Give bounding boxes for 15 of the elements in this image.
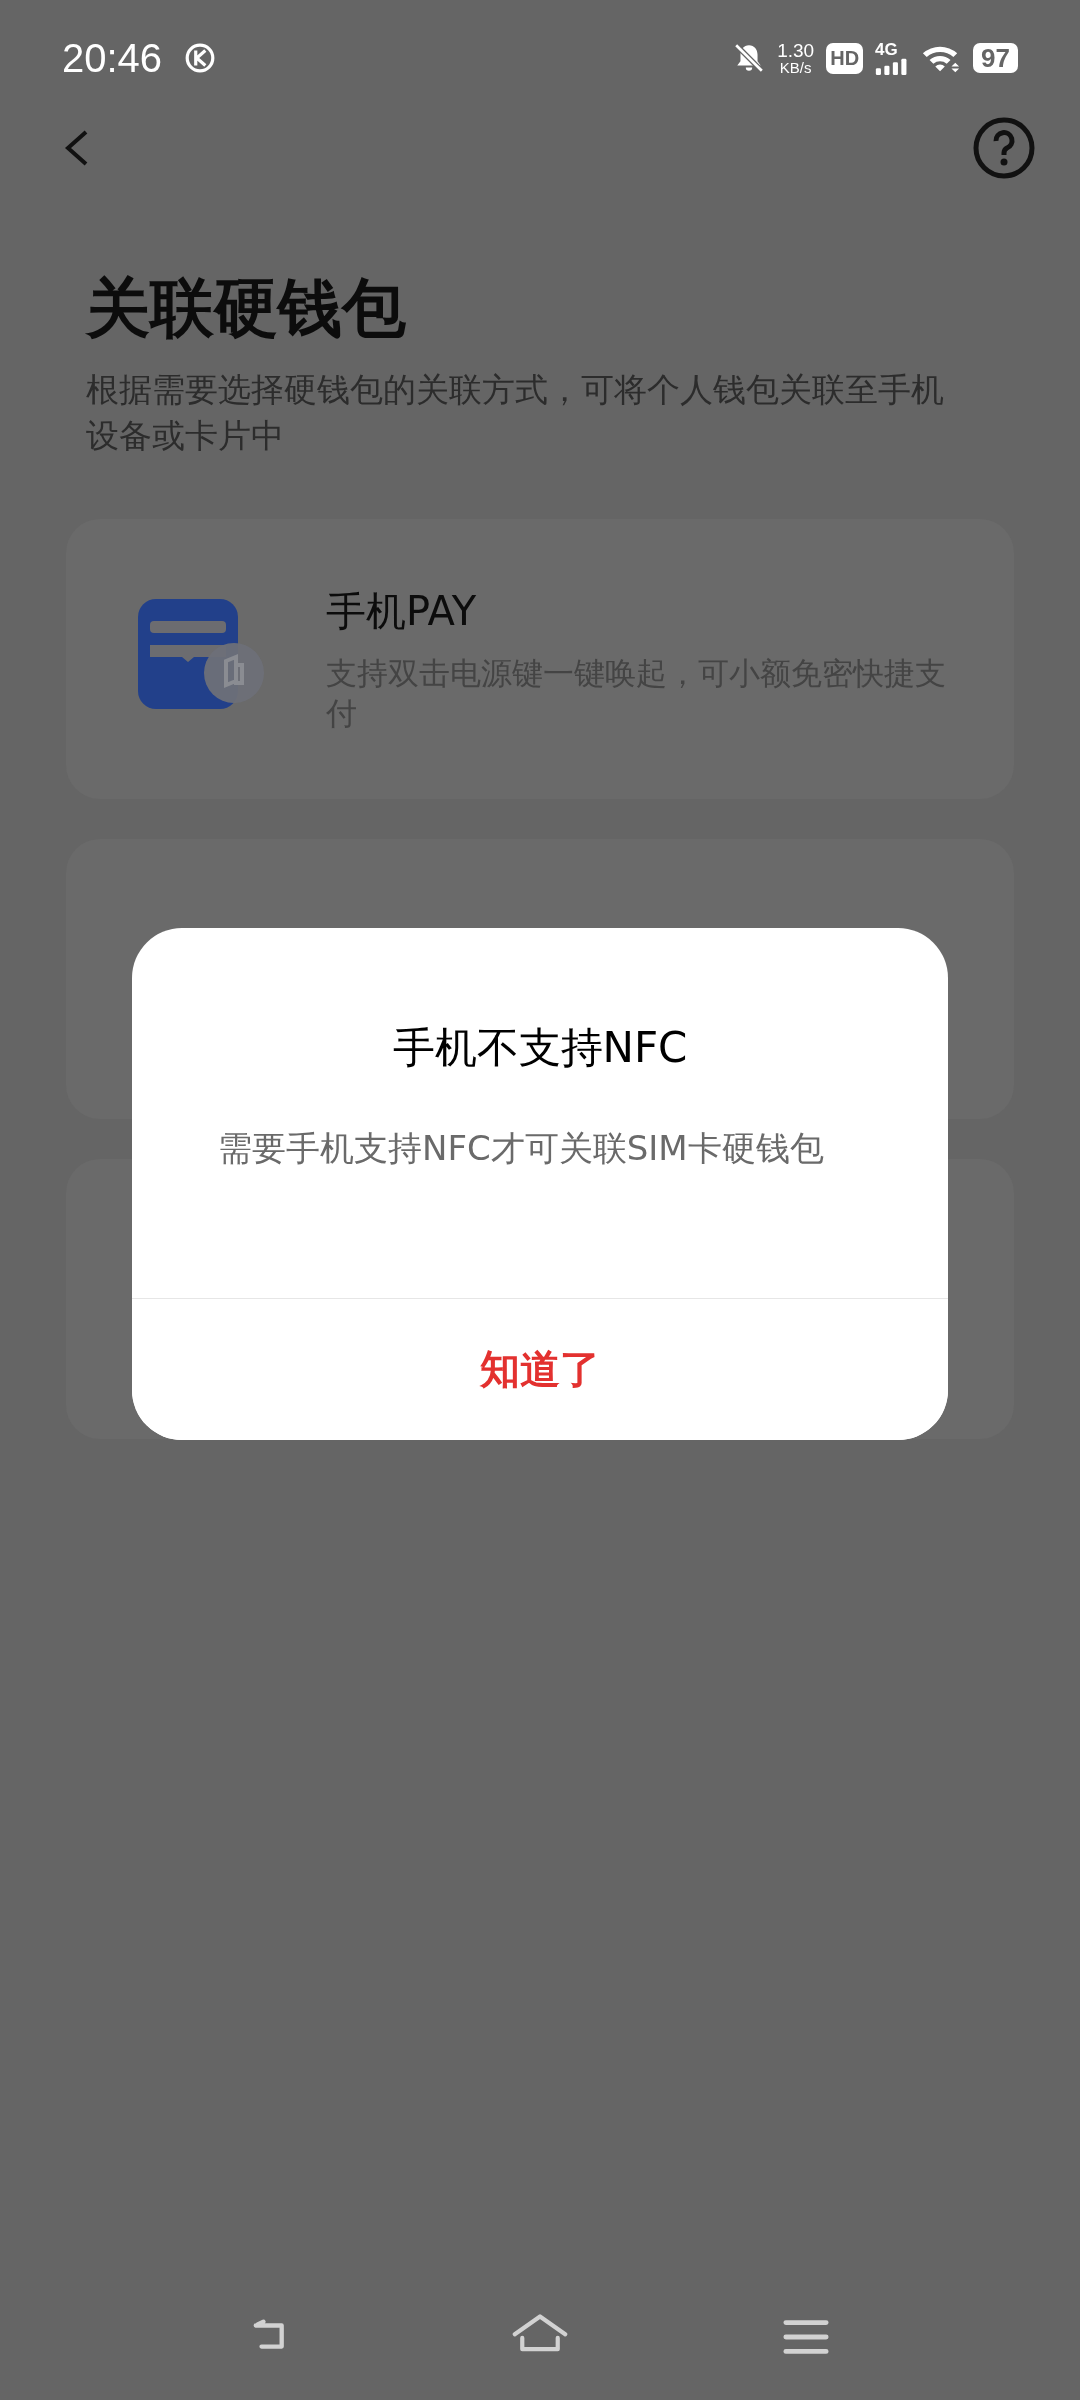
network-type: 4G (875, 41, 898, 58)
clock-time: 20:46 (62, 35, 163, 81)
option-title: 手机PAY (326, 587, 478, 637)
dialog-title: 手机不支持NFC (392, 1022, 688, 1074)
page-description: 根据需要选择硬钱包的关联方式，可将个人钱包关联至手机设备或卡片中 (86, 368, 945, 457)
network-speed: 1.30 (777, 41, 815, 60)
dialog-message: 需要手机支持NFC才可关联SIM卡硬钱包 (218, 1127, 825, 1170)
bell-muted-icon (733, 41, 766, 75)
circle-k-icon (184, 42, 217, 74)
battery-indicator: 97 (973, 43, 1018, 73)
confirm-button[interactable]: 知道了 (132, 1298, 948, 1440)
speed-unit: KB/s (779, 60, 812, 75)
help-icon[interactable] (972, 116, 1036, 180)
page-title: 关联硬钱包 (86, 270, 407, 347)
hd-badge: HD (826, 42, 864, 74)
